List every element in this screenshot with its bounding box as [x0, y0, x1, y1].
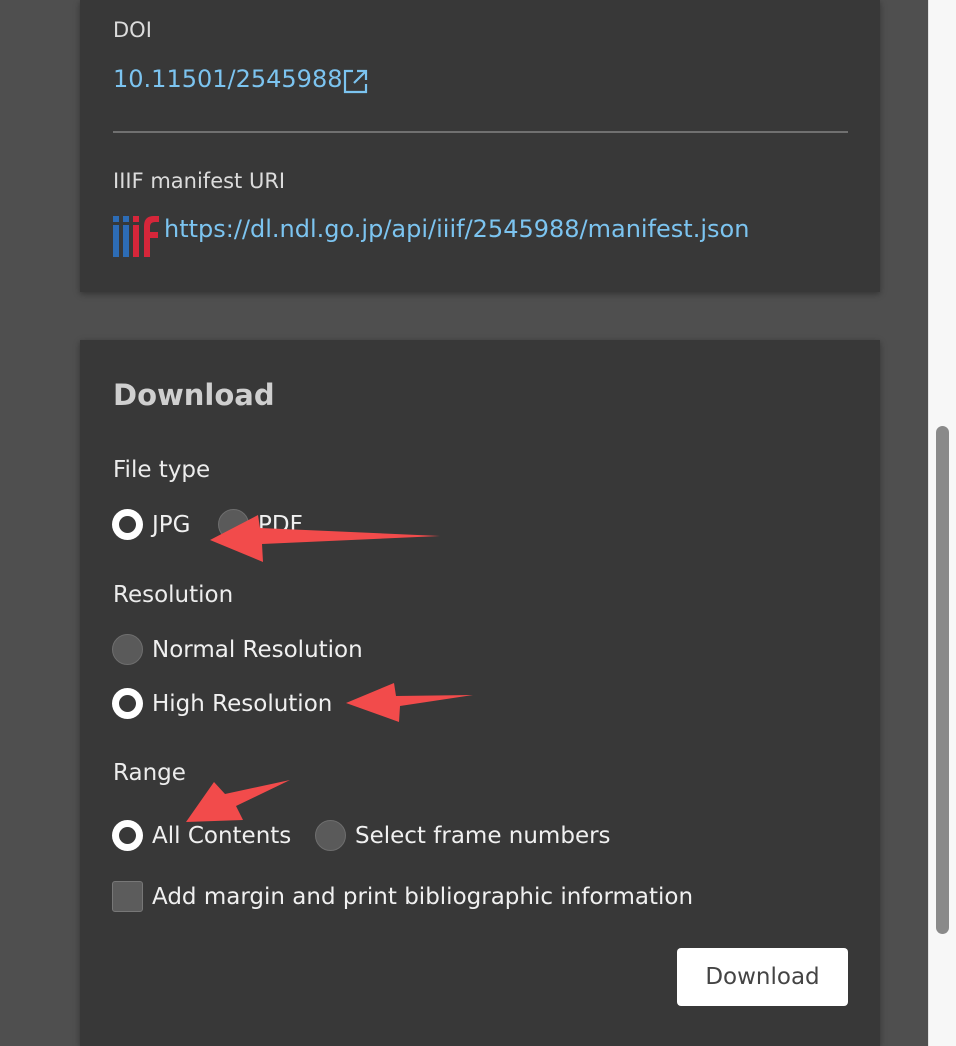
radio-select-frame-numbers[interactable]: Select frame numbers	[315, 820, 611, 851]
radio-circle[interactable]	[112, 688, 143, 719]
margin-checkbox-label: Add margin and print bibliographic infor…	[152, 883, 694, 910]
radio-circle[interactable]	[112, 634, 143, 665]
radio-jpg[interactable]: JPG	[112, 509, 190, 540]
radio-jpg-label: JPG	[152, 511, 191, 538]
doi-label: DOI	[113, 18, 152, 42]
iiif-logo-icon	[113, 216, 159, 257]
radio-select-frame-numbers-label: Select frame numbers	[355, 822, 611, 849]
radio-circle[interactable]	[218, 509, 249, 540]
doi-link[interactable]: 10.11501/2545988	[113, 65, 343, 93]
info-card: DOI 10.11501/2545988 IIIF manifest URI h…	[80, 0, 880, 292]
file-type-label: File type	[113, 457, 211, 483]
radio-circle[interactable]	[112, 820, 143, 851]
radio-all-contents[interactable]: All Contents	[112, 820, 291, 851]
download-card: Download File type JPG PDF Resolution No…	[80, 340, 880, 1046]
iiif-label: IIIF manifest URI	[113, 169, 286, 193]
download-button[interactable]: Download	[677, 948, 848, 1006]
margin-checkbox[interactable]: Add margin and print bibliographic infor…	[112, 881, 693, 912]
radio-high-resolution[interactable]: High Resolution	[112, 688, 332, 719]
scrollbar-thumb[interactable]	[936, 426, 949, 934]
iiif-manifest-link[interactable]: https://dl.ndl.go.jp/api/iiif/2545988/ma…	[164, 215, 749, 243]
resolution-label: Resolution	[113, 582, 234, 608]
radio-pdf[interactable]: PDF	[218, 509, 303, 540]
radio-circle[interactable]	[315, 820, 346, 851]
checkbox-box[interactable]	[112, 881, 143, 912]
radio-circle[interactable]	[112, 509, 143, 540]
radio-pdf-label: PDF	[258, 511, 303, 538]
radio-normal-resolution-label: Normal Resolution	[152, 636, 363, 663]
radio-normal-resolution[interactable]: Normal Resolution	[112, 634, 363, 665]
radio-high-resolution-label: High Resolution	[152, 690, 333, 717]
page: DOI 10.11501/2545988 IIIF manifest URI h…	[0, 0, 956, 1046]
range-label: Range	[113, 760, 186, 786]
divider	[113, 131, 848, 133]
external-link-icon[interactable]	[342, 68, 369, 95]
radio-all-contents-label: All Contents	[152, 822, 292, 849]
download-title: Download	[113, 378, 275, 412]
